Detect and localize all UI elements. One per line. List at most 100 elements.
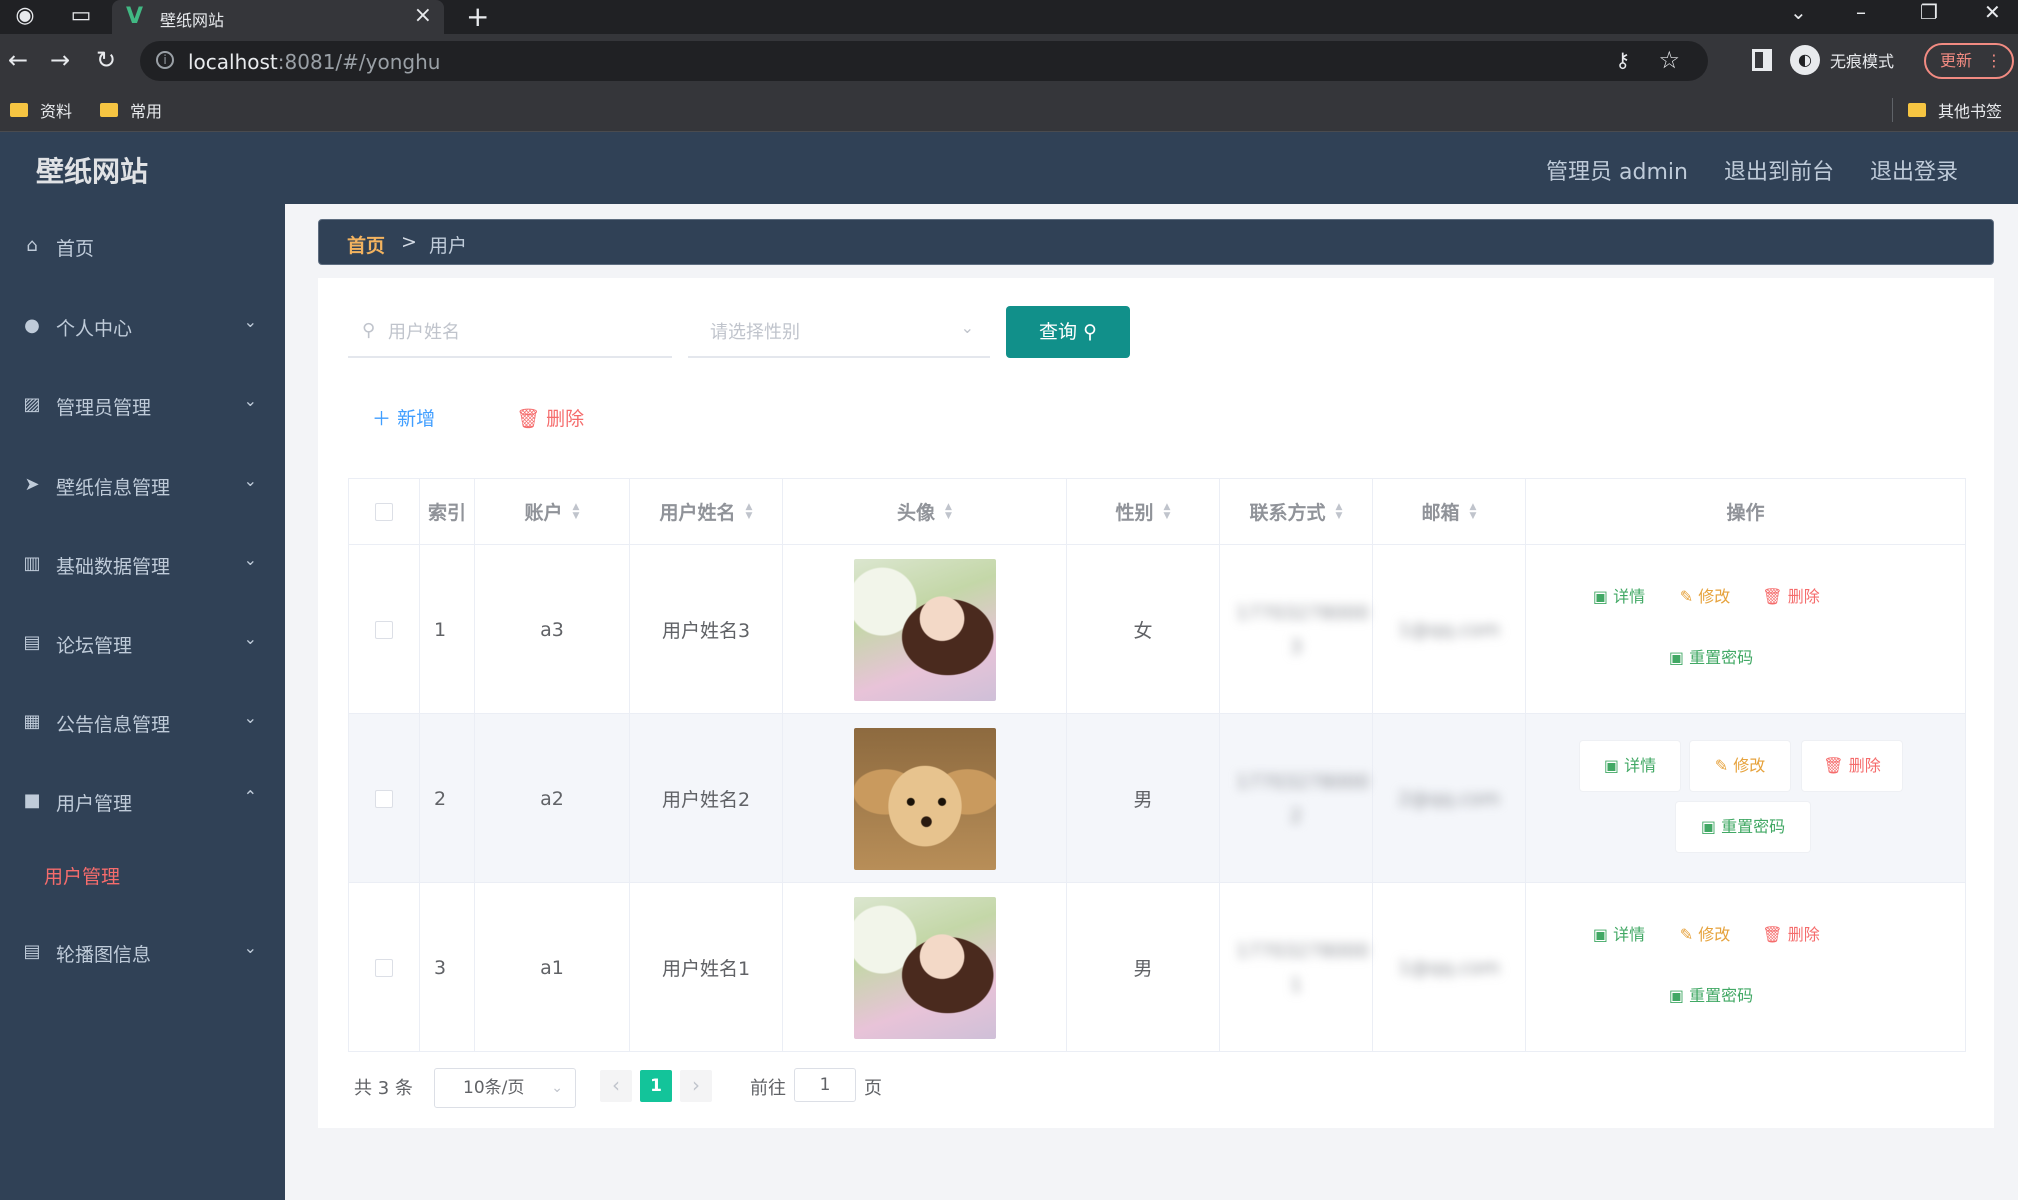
pencil-icon: ✎ <box>1679 587 1694 606</box>
chevron-down-icon: ⌄ <box>243 550 257 569</box>
column-header-name[interactable]: 用户姓名 ▲ ▼ <box>630 479 783 545</box>
delete-button[interactable]: 🗑 删除 <box>1752 572 1830 622</box>
add-button[interactable]: ＋ 新增 <box>372 404 435 431</box>
other-bookmarks[interactable]: 其他书签 <box>1908 98 2002 122</box>
sidebar-item-basic-data[interactable]: ▥ 基础数据管理 ⌄ <box>0 534 285 594</box>
bookmark-folder-ziliao[interactable]: 资料 <box>10 98 72 122</box>
chevron-up-icon: ⌃ <box>243 787 257 806</box>
chevron-down-icon[interactable]: ⌄ <box>1790 0 1807 24</box>
column-header-phone[interactable]: 联系方式 ▲ ▼ <box>1220 479 1373 545</box>
query-button[interactable]: 查询 ⚲ <box>1006 306 1130 358</box>
sort-icon[interactable]: ▲ ▼ <box>746 502 753 521</box>
sidebar-item-forum[interactable]: ▤ 论坛管理 ⌄ <box>0 613 285 673</box>
column-header-index: 索引 <box>420 479 475 545</box>
row-checkbox[interactable] <box>375 620 393 639</box>
sidebar-subitem-user-management[interactable]: 用户管理 <box>44 862 120 889</box>
back-to-front-link[interactable]: 退出到前台 <box>1724 154 1834 186</box>
close-tab-icon[interactable]: × <box>414 3 432 28</box>
gender-select[interactable]: ⌄ <box>688 306 990 358</box>
reload-icon[interactable]: ↻ <box>96 46 116 74</box>
sidebar-item-profile[interactable]: ● 个人中心 ⌄ <box>0 296 285 356</box>
sidebar-item-carousel[interactable]: ▤ 轮播图信息 ⌄ <box>0 922 285 982</box>
goto-page-input[interactable] <box>794 1068 856 1102</box>
page-size-select[interactable]: 10条/页 ⌄ <box>434 1068 576 1108</box>
minimize-icon[interactable]: – <box>1856 0 1866 24</box>
detail-button[interactable]: ▣ 详情 <box>1580 910 1658 960</box>
sidebar-item-users[interactable]: ■ 用户管理 ⌃ <box>0 771 285 831</box>
reset-password-button[interactable]: ▣ 重置密码 <box>1676 802 1810 852</box>
batch-delete-button[interactable]: 🗑 删除 <box>516 404 584 431</box>
site-info-icon[interactable]: i <box>156 51 174 69</box>
gender-select-input[interactable] <box>710 318 940 346</box>
reset-password-button[interactable]: ▣ 重置密码 <box>1658 633 1764 683</box>
sort-icon[interactable]: ▲ ▼ <box>1164 502 1171 521</box>
tab-search-icon[interactable]: ▭ <box>68 3 94 29</box>
bookmark-folder-changyong[interactable]: 常用 <box>100 98 162 122</box>
breadcrumb-home[interactable]: 首页 <box>347 231 385 258</box>
sidebar-item-admin[interactable]: ▨ 管理员管理 ⌄ <box>0 375 285 435</box>
document-icon: ▣ <box>1700 817 1716 836</box>
trash-icon: 🗑 <box>1762 587 1783 606</box>
home-icon: ⌂ <box>26 235 38 256</box>
search-input[interactable] <box>388 318 658 346</box>
prev-page-button[interactable]: ‹ <box>600 1070 632 1102</box>
browser-tab[interactable]: V 壁纸网站 × <box>112 0 444 34</box>
window-close-icon[interactable]: ✕ <box>1984 0 2001 24</box>
sort-icon[interactable]: ▲ ▼ <box>1470 502 1477 521</box>
row-actions: ▣ 详情 ✎ 修改 🗑 删除 ▣ 重置密码 <box>1546 545 1963 714</box>
more-menu-icon[interactable]: ⋮ <box>1986 45 2002 77</box>
back-icon[interactable]: ← <box>8 46 28 74</box>
chevron-down-icon: ⌄ <box>243 629 257 648</box>
incognito-indicator[interactable]: ◐ 无痕模式 <box>1790 42 1894 78</box>
column-header-gender[interactable]: 性别 ▲ ▼ <box>1067 479 1220 545</box>
url-input[interactable]: i localhost:8081/#/yonghu ⚷ ☆ <box>140 41 1708 81</box>
sort-icon[interactable]: ▲ ▼ <box>1336 502 1343 521</box>
address-bar: ← → ↻ i localhost:8081/#/yonghu ⚷ ☆ ◐ 无痕… <box>0 34 2018 88</box>
edit-button[interactable]: ✎ 修改 <box>1666 910 1744 960</box>
chevron-down-icon: ⌄ <box>243 471 257 490</box>
clipboard-icon: ▦ <box>23 711 41 732</box>
password-key-icon[interactable]: ⚷ <box>1615 48 1630 72</box>
table-row: 1 a3 用户姓名3 女 17703278000 3 1@qq.com ▣ 详情… <box>349 545 1965 714</box>
restore-icon[interactable]: ❐ <box>1920 0 1938 24</box>
document-icon: ▤ <box>23 941 41 962</box>
bookmark-star-icon[interactable]: ☆ <box>1658 46 1680 74</box>
sidebar-item-wallpaper[interactable]: ➤ 壁纸信息管理 ⌄ <box>0 455 285 515</box>
reset-password-button[interactable]: ▣ 重置密码 <box>1658 971 1764 1021</box>
document-icon: ▣ <box>1668 986 1684 1005</box>
column-header-email[interactable]: 邮箱 ▲ ▼ <box>1373 479 1526 545</box>
edit-button[interactable]: ✎ 修改 <box>1690 741 1790 791</box>
next-page-button[interactable]: › <box>680 1070 712 1102</box>
sidebar-item-notice[interactable]: ▦ 公告信息管理 ⌄ <box>0 692 285 752</box>
url-text: localhost:8081/#/yonghu <box>188 50 441 74</box>
bookmarks-bar: 资料 常用 其他书签 <box>0 88 2018 132</box>
camera-icon: ■ <box>23 790 41 811</box>
cell-name: 用户姓名3 <box>630 545 783 714</box>
pencil-icon: ✎ <box>1714 756 1729 775</box>
logout-link[interactable]: 退出登录 <box>1870 154 1958 186</box>
detail-button[interactable]: ▣ 详情 <box>1580 572 1658 622</box>
row-checkbox[interactable] <box>375 789 393 808</box>
new-tab-icon[interactable]: + <box>466 0 489 33</box>
delete-button[interactable]: 🗑 删除 <box>1802 741 1902 791</box>
column-header-account[interactable]: 账户 ▲ ▼ <box>475 479 630 545</box>
row-checkbox[interactable] <box>375 958 393 977</box>
sidebar-item-home[interactable]: ⌂ 首页 <box>0 216 285 276</box>
sort-icon[interactable]: ▲ ▼ <box>573 502 580 521</box>
select-all-checkbox[interactable] <box>375 502 393 521</box>
current-page-button[interactable]: 1 <box>640 1070 672 1102</box>
admin-label: 管理员 admin <box>1546 160 1688 185</box>
update-button[interactable]: 更新 ⋮ <box>1924 43 2014 79</box>
edit-button[interactable]: ✎ 修改 <box>1666 572 1744 622</box>
send-icon: ➤ <box>24 474 40 495</box>
forward-icon[interactable]: → <box>50 46 70 74</box>
folder-icon <box>10 103 28 117</box>
side-panel-icon[interactable] <box>1752 49 1772 71</box>
delete-button[interactable]: 🗑 删除 <box>1752 910 1830 960</box>
breadcrumb-separator: > <box>401 231 417 253</box>
globe-icon[interactable]: ◉ <box>12 3 38 29</box>
avatar-image <box>853 896 996 1039</box>
column-header-avatar[interactable]: 头像 ▲ ▼ <box>783 479 1067 545</box>
sort-icon[interactable]: ▲ ▼ <box>945 502 952 521</box>
detail-button[interactable]: ▣ 详情 <box>1580 741 1680 791</box>
